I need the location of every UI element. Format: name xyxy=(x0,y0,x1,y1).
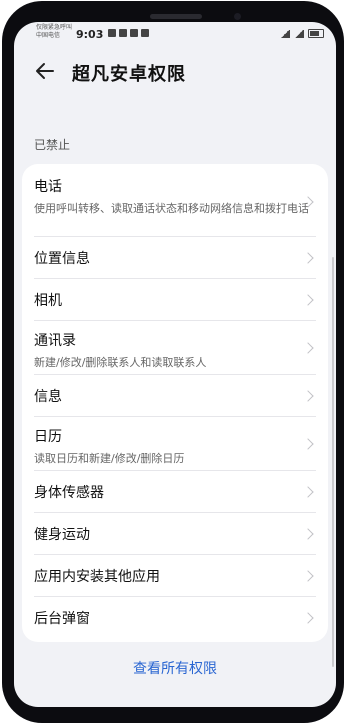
permission-title: 日历 xyxy=(34,429,62,445)
permission-item-camera[interactable]: 相机 xyxy=(34,290,314,310)
divider xyxy=(34,416,316,417)
permission-title: 位置信息 xyxy=(34,251,90,267)
permission-subtitle: 读取日历和新建/修改/删除日历 xyxy=(34,452,185,465)
permission-subtitle: 新建/修改/删除联系人和读取联系人 xyxy=(34,356,207,369)
system-icons xyxy=(280,29,324,38)
status-bar: 仅限紧急呼叫 中国电信 9:03 xyxy=(14,22,336,46)
permission-item-body-sensors[interactable]: 身体传感器 xyxy=(34,482,314,502)
front-camera xyxy=(234,13,241,20)
notification-icon xyxy=(141,29,149,37)
permission-title: 后台弹窗 xyxy=(34,611,90,627)
signal-icon xyxy=(294,29,304,38)
permission-list: 电话 使用呼叫转移、读取通话状态和移动网络信息和拨打电话 位置信息 相机 通讯录… xyxy=(22,164,328,642)
battery-icon xyxy=(308,29,324,38)
permission-item-phone[interactable]: 电话 使用呼叫转移、读取通话状态和移动网络信息和拨打电话 xyxy=(34,176,314,217)
permission-title: 健身运动 xyxy=(34,527,90,543)
header: 超凡安卓权限 xyxy=(14,52,336,92)
permission-title: 电话 xyxy=(34,179,62,195)
permission-title: 相机 xyxy=(34,293,62,309)
permission-subtitle: 使用呼叫转移、读取通话状态和移动网络信息和拨打电话 xyxy=(34,202,309,215)
permission-title: 应用内安装其他应用 xyxy=(34,569,160,585)
speaker-grille xyxy=(150,14,202,19)
scrollbar[interactable] xyxy=(332,257,334,667)
divider xyxy=(34,554,316,555)
permission-item-background-popup[interactable]: 后台弹窗 xyxy=(34,608,314,628)
divider xyxy=(34,596,316,597)
permission-title: 通讯录 xyxy=(34,333,76,349)
notification-icons xyxy=(108,29,149,37)
permission-item-fitness[interactable]: 健身运动 xyxy=(34,524,314,544)
carrier-info: 仅限紧急呼叫 中国电信 xyxy=(36,24,72,40)
notification-icon xyxy=(108,29,116,37)
divider xyxy=(34,374,316,375)
notification-icon xyxy=(130,29,138,37)
permission-item-calendar[interactable]: 日历 读取日历和新建/修改/删除日历 xyxy=(34,426,314,467)
view-all-permissions-link[interactable]: 查看所有权限 xyxy=(14,658,336,678)
divider xyxy=(34,236,316,237)
permission-title: 信息 xyxy=(34,389,62,405)
permission-item-messages[interactable]: 信息 xyxy=(34,386,314,406)
divider xyxy=(34,278,316,279)
divider xyxy=(34,512,316,513)
carrier-line1: 仅限紧急呼叫 xyxy=(36,24,73,31)
permission-item-location[interactable]: 位置信息 xyxy=(34,248,314,268)
screen: 仅限紧急呼叫 中国电信 9:03 超凡安卓权限 已禁止 电话 使用呼叫转移、读取… xyxy=(14,22,336,707)
page-title: 超凡安卓权限 xyxy=(72,64,186,85)
divider xyxy=(34,320,316,321)
status-time: 9:03 xyxy=(76,28,104,41)
phone-frame: 仅限紧急呼叫 中国电信 9:03 超凡安卓权限 已禁止 电话 使用呼叫转移、读取… xyxy=(2,1,344,723)
back-arrow-icon[interactable] xyxy=(34,60,56,82)
permission-item-contacts[interactable]: 通讯录 新建/修改/删除联系人和读取联系人 xyxy=(34,330,314,371)
divider xyxy=(34,470,316,471)
section-label: 已禁止 xyxy=(34,138,71,152)
permission-title: 身体传感器 xyxy=(34,485,104,501)
permission-item-install-apps[interactable]: 应用内安装其他应用 xyxy=(34,566,314,586)
wifi-icon xyxy=(280,29,290,38)
carrier-line2: 中国电信 xyxy=(36,32,61,39)
notification-icon xyxy=(119,29,127,37)
